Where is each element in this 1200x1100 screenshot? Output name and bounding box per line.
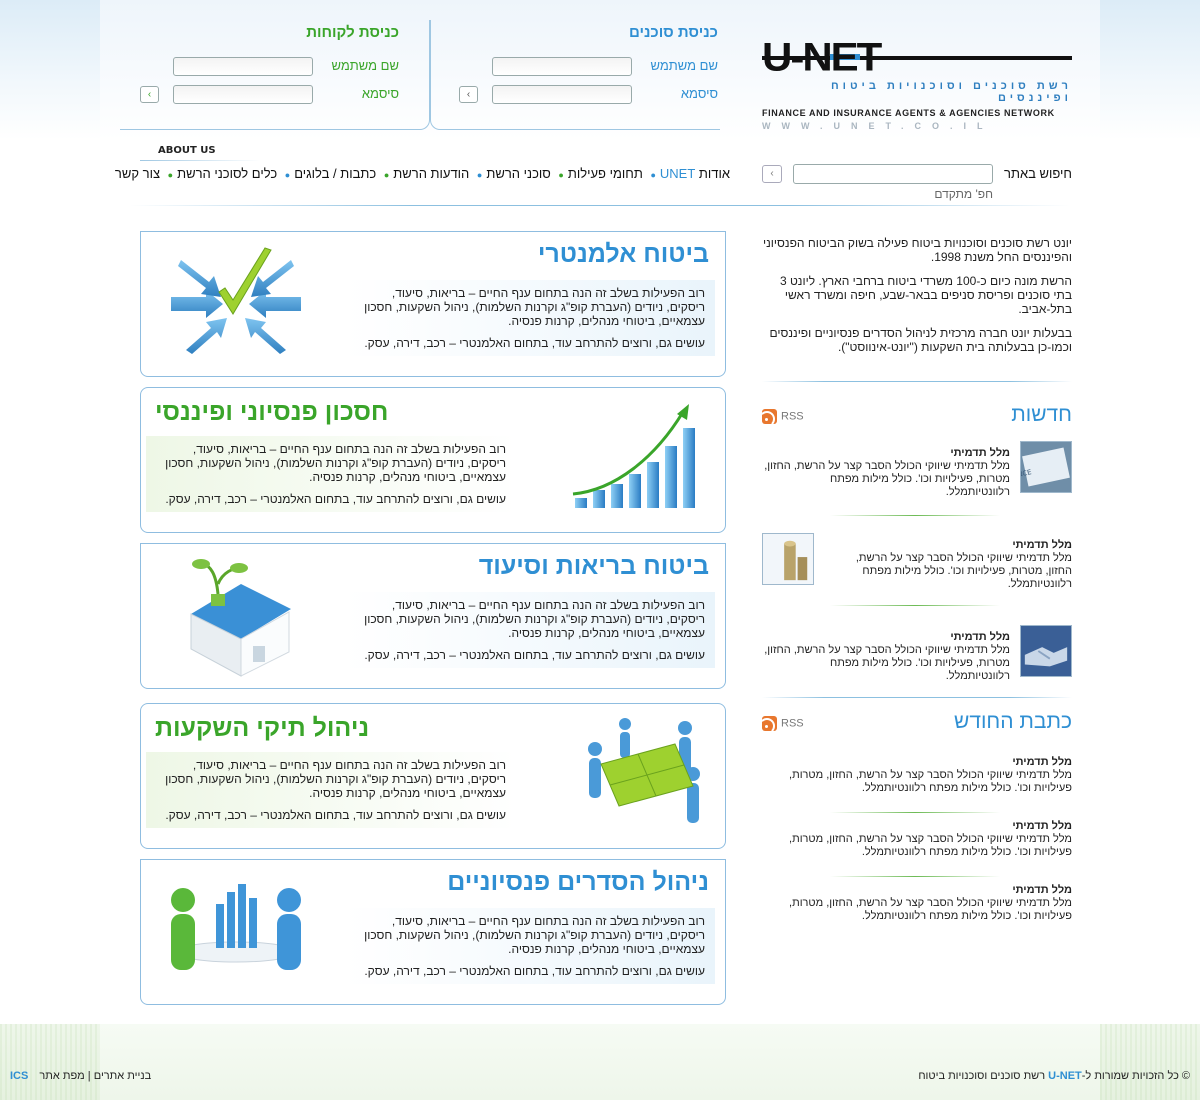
news-item[interactable]: INSURANCE מלל תדמיתי מלל תדמיתי שיווקי ה… bbox=[762, 441, 1072, 498]
nav-item-about[interactable]: אודות bbox=[699, 166, 730, 181]
article-separator bbox=[830, 876, 1000, 877]
agents-login-panel: כניסת סוכנים שם משתמש סיסמא › bbox=[430, 20, 720, 130]
news-separator bbox=[830, 515, 1000, 516]
service-card-pension-savings[interactable]: חסכון פנסיוני ופיננסי רוב הפעילות בשלב ז… bbox=[140, 387, 726, 533]
clients-password-input[interactable] bbox=[173, 85, 313, 104]
logo-wordmark: U-NET bbox=[762, 37, 1072, 76]
article-text: מלל תדמיתי שיווקי הכולל הסבר קצר על הרשת… bbox=[789, 833, 1072, 858]
service-card-health-insurance[interactable]: ביטוח בריאות וסיעוד רוב הפעילות בשלב זה … bbox=[140, 543, 726, 689]
ics-credit-link[interactable]: ICS bbox=[10, 1070, 28, 1082]
news-title: חדשות bbox=[1011, 403, 1072, 426]
service-card-pension-arrangements[interactable]: ניהול הסדרים פנסיוניים רוב הפעילות בשלב … bbox=[140, 859, 726, 1005]
article-title: מלל תדמיתי bbox=[1012, 820, 1072, 832]
service-title: ביטוח אלמנטרי bbox=[537, 240, 709, 268]
insurance-thumbnail: INSURANCE bbox=[1020, 441, 1072, 493]
agents-login-button[interactable]: › bbox=[459, 86, 478, 103]
handshake-thumbnail bbox=[1020, 625, 1072, 677]
nav-item-activity-areas[interactable]: תחומי פעילות bbox=[568, 166, 643, 181]
header-divider bbox=[130, 205, 1070, 206]
service-description: רוב הפעילות בשלב זה הנה בתחום ענף החיים … bbox=[345, 592, 715, 668]
team-puzzle-illustration bbox=[588, 718, 700, 823]
news-divider bbox=[762, 697, 1072, 698]
news-item-text: מלל תדמיתי שיווקי הכולל הסבר קצר על הרשת… bbox=[764, 460, 1010, 498]
intro-divider bbox=[762, 381, 1072, 382]
clients-username-label: שם משתמש bbox=[331, 58, 400, 73]
clients-login-panel: כניסת לקוחות שם משתמש סיסמא › bbox=[120, 20, 430, 130]
news-separator bbox=[830, 605, 1000, 606]
site-logo[interactable]: U-NET רשת סוכנים וסוכנויות ביטוח ופיננסי… bbox=[762, 37, 1072, 131]
article-text: מלל תדמיתי שיווקי הכולל הסבר קצר על הרשת… bbox=[789, 897, 1072, 922]
agents-password-input[interactable] bbox=[492, 85, 632, 104]
articles-header: כתבת החודש RSS bbox=[762, 710, 1072, 736]
rss-icon bbox=[762, 716, 777, 731]
clients-password-label: סיסמא bbox=[361, 86, 399, 101]
service-description: רוב הפעילות בשלב זה הנה בתחום ענף החיים … bbox=[345, 908, 715, 984]
logo-tagline-hebrew: רשת סוכנים וסוכנויות ביטוח ופיננסים bbox=[830, 80, 1072, 104]
service-title: ניהול תיקי השקעות bbox=[155, 714, 370, 742]
logo-url: WWW.UNET.CO.IL bbox=[762, 121, 994, 131]
article-item[interactable]: מלל תדמיתי מלל תדמיתי שיווקי הכולל הסבר … bbox=[762, 820, 1072, 859]
service-description: רוב הפעילות בשלב זה הנה בתחום ענף החיים … bbox=[146, 752, 516, 828]
nav-item-network-messages[interactable]: הודעות הרשת bbox=[393, 166, 469, 181]
footer: © כל הזכויות שמורות ל-U-NET רשת סוכנים ו… bbox=[0, 1024, 1200, 1100]
logo-tagline-english: FINANCE AND INSURANCE AGENTS & AGENCIES … bbox=[762, 108, 1055, 118]
news-item[interactable]: מלל תדמיתי מלל תדמיתי שיווקי הכולל הסבר … bbox=[762, 625, 1072, 682]
nav-item-contact[interactable]: צור קשר bbox=[115, 166, 160, 181]
nav-item-network-agents[interactable]: סוכני הרשת bbox=[486, 166, 550, 181]
articles-rss-link[interactable]: RSS bbox=[762, 716, 804, 731]
service-description: רוב הפעילות בשלב זה הנה בתחום ענף החיים … bbox=[146, 436, 516, 512]
growth-chart-illustration bbox=[572, 404, 695, 508]
service-title: ביטוח בריאות וסיעוד bbox=[478, 552, 709, 580]
sitemap-link[interactable]: מפת אתר bbox=[39, 1070, 84, 1082]
article-item[interactable]: מלל תדמיתי מלל תדמיתי שיווקי הכולל הסבר … bbox=[762, 884, 1072, 923]
news-rss-link[interactable]: RSS bbox=[762, 409, 804, 424]
article-separator bbox=[830, 812, 1000, 813]
nav-item-agent-tools[interactable]: כלים לסוכני הרשת bbox=[177, 166, 277, 181]
service-card-elementary-insurance[interactable]: ביטוח אלמנטרי רוב הפעילות בשלב זה הנה בת… bbox=[140, 231, 726, 377]
article-item[interactable]: מלל תדמיתי מלל תדמיתי שיווקי הכולל הסבר … bbox=[762, 756, 1072, 795]
main-navigation: אודות UNET● תחומי פעילות● סוכני הרשת● הו… bbox=[114, 166, 730, 181]
clients-login-button[interactable]: › bbox=[140, 86, 159, 103]
article-text: מלל תדמיתי שיווקי הכולל הסבר קצר על הרשת… bbox=[789, 769, 1072, 794]
search-label: חיפוש באתר bbox=[1004, 166, 1072, 181]
news-item-title: מלל תדמיתי bbox=[950, 631, 1010, 643]
search-input[interactable] bbox=[793, 164, 993, 184]
service-title: חסכון פנסיוני ופיננסי bbox=[155, 398, 389, 426]
house-plant-illustration bbox=[190, 559, 291, 677]
clients-username-input[interactable] bbox=[173, 57, 313, 76]
news-item[interactable]: מלל תדמיתי מלל תדמיתי שיווקי הכולל הסבר … bbox=[762, 533, 1072, 590]
checkmark-arrows-illustration bbox=[171, 247, 301, 354]
footer-links: ICS בניית אתרים | מפת אתר bbox=[10, 1070, 152, 1082]
service-title: ניהול הסדרים פנסיוניים bbox=[447, 868, 709, 896]
agents-password-label: סיסמא bbox=[680, 86, 718, 101]
service-card-investment-portfolio[interactable]: ניהול תיקי השקעות רוב הפעילות בשלב זה הנ… bbox=[140, 703, 726, 849]
coins-thumbnail bbox=[762, 533, 814, 585]
intro-text: יונט רשת סוכנים וסוכנויות ביטוח פעילה בש… bbox=[763, 236, 1072, 354]
article-title: מלל תדמיתי bbox=[1012, 884, 1072, 896]
news-item-title: מלל תדמיתי bbox=[950, 447, 1010, 459]
news-header: חדשות RSS bbox=[762, 403, 1072, 429]
advanced-search-link[interactable]: חפ' מתקדם bbox=[934, 187, 993, 201]
service-description: רוב הפעילות בשלב זה הנה בתחום ענף החיים … bbox=[345, 280, 715, 356]
nav-item-unet[interactable]: UNET bbox=[660, 166, 695, 181]
agents-username-label: שם משתמש bbox=[650, 58, 719, 73]
about-us-link[interactable]: ABOUT US bbox=[158, 145, 216, 156]
agents-login-title: כניסת סוכנים bbox=[628, 24, 718, 41]
about-us-underline bbox=[140, 160, 260, 161]
footer-copyright: © כל הזכויות שמורות ל-U-NET רשת סוכנים ו… bbox=[918, 1070, 1190, 1082]
agents-username-input[interactable] bbox=[492, 57, 632, 76]
nav-item-articles-blogs[interactable]: כתבות / בלוגים bbox=[294, 166, 376, 181]
people-table-illustration bbox=[171, 884, 301, 970]
news-item-text: מלל תדמיתי שיווקי הכולל הסבר קצר על הרשת… bbox=[764, 644, 1010, 682]
clients-login-title: כניסת לקוחות bbox=[306, 24, 399, 41]
footer-brand: U-NET bbox=[1048, 1070, 1082, 1082]
search-button[interactable]: › bbox=[762, 165, 782, 183]
news-item-title: מלל תדמיתי bbox=[1012, 539, 1072, 551]
article-title: מלל תדמיתי bbox=[1012, 756, 1072, 768]
rss-icon bbox=[762, 409, 777, 424]
web-design-credit[interactable]: בניית אתרים bbox=[94, 1070, 152, 1082]
news-item-text: מלל תדמיתי שיווקי הכולל הסבר קצר על הרשת… bbox=[855, 552, 1072, 590]
articles-title: כתבת החודש bbox=[954, 710, 1072, 733]
